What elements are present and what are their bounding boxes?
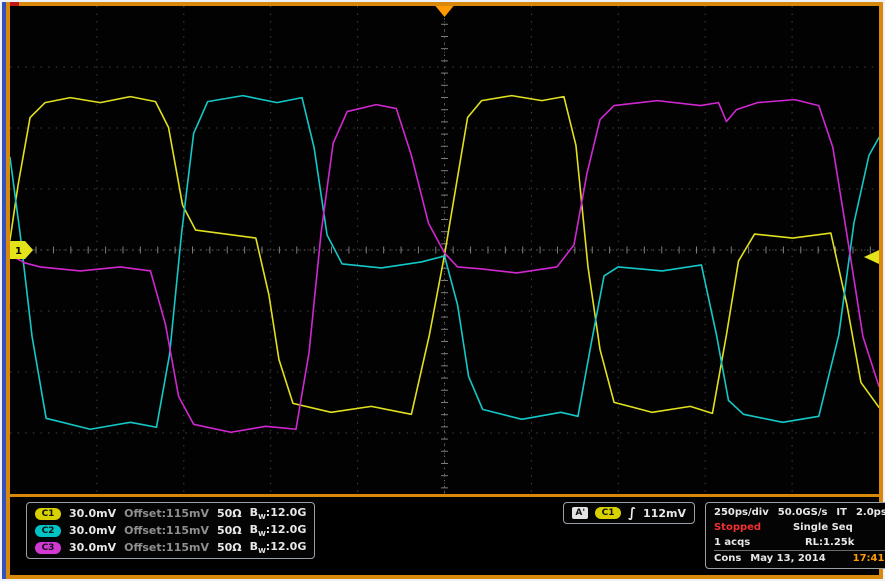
horizontal-acquisition-box[interactable]: 250ps/div 50.0GS/s IT 2.0ps/pt Stopped S…	[705, 502, 885, 569]
channel-1-badge[interactable]: C1	[35, 508, 61, 520]
cons-label: Cons	[714, 553, 741, 564]
trigger-level-arrow[interactable]	[864, 250, 879, 264]
horizontal-readout: 250ps/div 50.0GS/s IT 2.0ps/pt	[714, 505, 885, 520]
channel-2-scale: 30.0mV	[69, 524, 116, 537]
record-length: RL:1.25k	[805, 537, 854, 548]
channel-2-badge[interactable]: C2	[35, 525, 61, 537]
trigger-source-badge[interactable]: C1	[595, 507, 621, 519]
channel-2-bandwidth: BW:12.0G	[250, 523, 307, 538]
channel-1-termination: 50Ω	[217, 507, 242, 520]
channel-1-bandwidth: BW:12.0G	[250, 506, 307, 521]
datetime-row: Cons May 13, 2014 17:41:05	[714, 550, 885, 566]
channel-1-marker[interactable]: 1	[10, 241, 33, 259]
trigger-level: 112mV	[643, 507, 686, 520]
channel-1-scale: 30.0mV	[69, 507, 116, 520]
channel-3-scale: 30.0mV	[69, 541, 116, 554]
channel-3-bandwidth: BW:12.0G	[250, 540, 307, 555]
channel-3-termination: 50Ω	[217, 541, 242, 554]
channel-3-readout[interactable]: C3 30.0mV Offset:115mV 50Ω BW:12.0G	[35, 539, 306, 556]
channel-readout-box[interactable]: C1 30.0mV Offset:115mV 50Ω BW:12.0G C2 3…	[26, 502, 315, 559]
interp-mode: IT	[836, 507, 847, 518]
channel-3-offset: Offset:115mV	[124, 541, 209, 554]
channel-3-badge[interactable]: C3	[35, 542, 61, 554]
resolution: 2.0ps/pt	[856, 507, 885, 518]
graticule-grid	[10, 6, 879, 494]
oscilloscope-screen: 1 C1 30.0mV Offset:115mV 50Ω BW:12.0G C2…	[0, 0, 885, 581]
acquisition-state-row: Stopped Single Seq	[714, 520, 885, 535]
acquisition-count-row: 1 acqs RL:1.25k	[714, 535, 885, 550]
graticule-svg: 1	[10, 6, 879, 494]
trigger-readout-box[interactable]: A' C1 ∫ 112mV	[563, 502, 695, 524]
trigger-position-marker[interactable]	[435, 6, 453, 17]
acq-sequence-mode: Single Seq	[793, 522, 853, 533]
channel-2-termination: 50Ω	[217, 524, 242, 537]
channel-1-offset: Offset:115mV	[124, 507, 209, 520]
rising-edge-icon: ∫	[628, 506, 636, 521]
graticule-area[interactable]: 1	[10, 6, 879, 494]
display-frame: 1 C1 30.0mV Offset:115mV 50Ω BW:12.0G C2…	[2, 2, 883, 579]
channel-2-offset: Offset:115mV	[124, 524, 209, 537]
sample-rate: 50.0GS/s	[778, 507, 828, 518]
status-bar: C1 30.0mV Offset:115mV 50Ω BW:12.0G C2 3…	[10, 497, 879, 575]
channel-1-marker-label: 1	[15, 246, 22, 257]
acq-state: Stopped	[714, 522, 770, 533]
date-text: May 13, 2014	[750, 553, 825, 564]
acq-count: 1 acqs	[714, 537, 770, 548]
channel-2-readout[interactable]: C2 30.0mV Offset:115mV 50Ω BW:12.0G	[35, 522, 306, 539]
trigger-a-badge: A'	[572, 507, 588, 519]
waveform-c3	[10, 100, 879, 433]
timebase: 250ps/div	[714, 507, 769, 518]
channel-1-readout[interactable]: C1 30.0mV Offset:115mV 50Ω BW:12.0G	[35, 505, 306, 522]
time-text: 17:41:05	[853, 553, 885, 564]
